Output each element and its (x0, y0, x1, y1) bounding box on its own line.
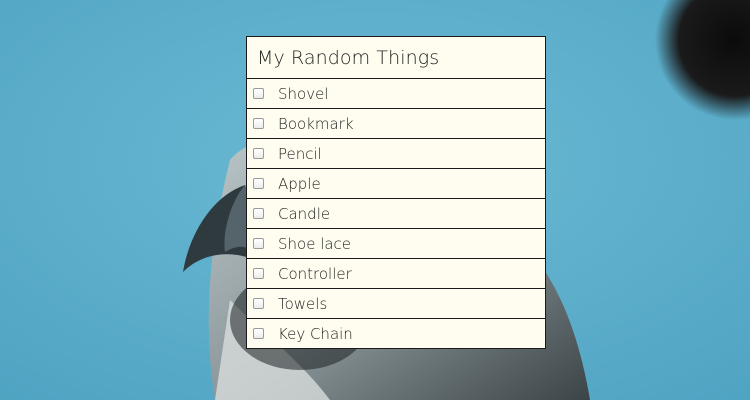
item-label: Controller (278, 264, 352, 283)
checkbox[interactable] (253, 208, 264, 219)
item-label: Candle (278, 204, 331, 223)
checkbox[interactable] (253, 268, 264, 279)
list-item[interactable]: Bookmark (247, 109, 545, 139)
checkbox[interactable] (253, 328, 264, 339)
random-things-card: My Random Things Shovel Bookmark Pencil … (246, 36, 546, 349)
item-label: Key Chain (278, 324, 353, 343)
item-label: Towels (278, 294, 328, 313)
list-item[interactable]: Shoe lace (247, 229, 545, 259)
list-item[interactable]: Apple (247, 169, 545, 199)
checkbox[interactable] (253, 238, 264, 249)
item-label: Shoe lace (278, 234, 352, 253)
item-label: Shovel (278, 84, 329, 103)
list-item[interactable]: Shovel (247, 79, 545, 109)
item-label: Apple (278, 174, 321, 193)
item-label: Pencil (278, 144, 322, 163)
list-item[interactable]: Key Chain (247, 319, 545, 348)
checklist: Shovel Bookmark Pencil Apple Candle Shoe… (247, 79, 545, 348)
checkbox[interactable] (253, 178, 264, 189)
list-item[interactable]: Pencil (247, 139, 545, 169)
checkbox[interactable] (253, 118, 264, 129)
list-item[interactable]: Controller (247, 259, 545, 289)
checkbox[interactable] (253, 148, 264, 159)
list-item[interactable]: Candle (247, 199, 545, 229)
checkbox[interactable] (253, 88, 264, 99)
list-item[interactable]: Towels (247, 289, 545, 319)
checkbox[interactable] (253, 298, 264, 309)
list-title: My Random Things (247, 37, 545, 79)
item-label: Bookmark (278, 114, 354, 133)
